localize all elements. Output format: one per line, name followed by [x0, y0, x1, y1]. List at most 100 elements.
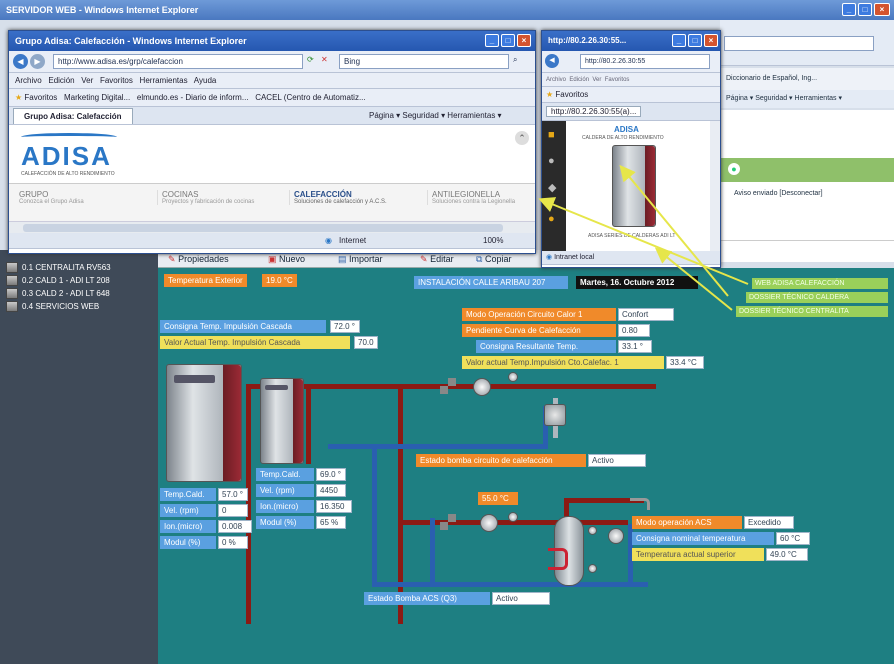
nav-calefaccion[interactable]: CALEFACCIÓN Soluciones de calefacción y … [289, 190, 419, 205]
heat-exchanger-icon [544, 404, 566, 426]
mini-menu-file[interactable]: Archivo [546, 77, 566, 83]
mini-vscroll[interactable] [710, 121, 720, 251]
hc-mode-value[interactable]: Confort [618, 308, 674, 321]
mini-tab[interactable]: http://80.2.26.30:55(a)... [546, 106, 642, 117]
menu-tools[interactable]: Herramientas [140, 76, 188, 85]
search-icon[interactable]: ⌕ [513, 55, 517, 65]
zoom-level[interactable]: 100% [483, 233, 503, 248]
outer-close-button[interactable]: × [874, 3, 890, 16]
nav-subtitle: Soluciones de calefacción y A.C.S. [294, 199, 387, 205]
hot-pipe [398, 384, 403, 624]
globe-icon: ◉ [325, 236, 332, 245]
menu-view[interactable]: Ver [81, 76, 93, 85]
command-bar[interactable]: Página ▾ Seguridad ▾ Herramientas ▾ [369, 107, 502, 124]
scroll-up-icon[interactable]: ⌃ [515, 131, 529, 145]
outer-maximize-button[interactable]: □ [858, 3, 872, 16]
menu-file[interactable]: Archivo [15, 76, 42, 85]
mini-close-button[interactable]: × [704, 34, 718, 47]
sidebar-item-cald1[interactable]: 0.2 CALD 1 - ADI LT 208 [22, 276, 110, 285]
properties-button[interactable]: ✎ Propiedades [168, 252, 229, 266]
copy-label: Copiar [484, 254, 512, 264]
copy-button[interactable]: ⧉ Copiar [476, 252, 511, 266]
dhw-pump-icon[interactable] [480, 514, 498, 532]
menu-edit[interactable]: Edición [48, 76, 74, 85]
horizontal-scrollbar[interactable] [9, 221, 535, 233]
new-button[interactable]: ▣ Nuevo [268, 252, 305, 266]
outdoor-temp-value: 19.0 °C [262, 274, 297, 287]
outer-minimize-button[interactable]: _ [842, 3, 856, 16]
favorites-star-icon: ★ [546, 90, 554, 99]
callout-dossier-caldera: DOSSIER TÉCNICO CALDERA [746, 292, 888, 303]
sensor-icon [508, 512, 518, 522]
mini-address-row: ◀ http://80.2.26.30:55 [542, 51, 720, 73]
tab-active[interactable]: Grupo Adisa: Calefacción [13, 108, 133, 124]
favorites-button[interactable]: Favoritos [24, 93, 57, 102]
mini-boiler-image [612, 145, 656, 227]
edit-button[interactable]: ✎ Editar [420, 252, 454, 266]
mini-minimize-button[interactable]: _ [672, 34, 686, 47]
outer-window-title: SERVIDOR WEB - Windows Internet Explorer [6, 5, 199, 15]
forward-button-icon[interactable]: ▶ [30, 54, 45, 69]
nav-antilegionella[interactable]: ANTILEGIONELLA Soluciones contra la Legi… [427, 190, 535, 205]
minimize-button[interactable]: _ [485, 34, 499, 47]
hc-mode-label: Modo Operación Circuito Calor 1 [462, 308, 616, 321]
stop-icon[interactable]: ✕ [321, 55, 328, 64]
mini-maximize-button[interactable]: □ [688, 34, 702, 47]
tool-icon[interactable]: ◆ [548, 181, 556, 194]
nav-grupo[interactable]: GRUPO Conozca el Grupo Adisa [19, 190, 139, 205]
search-input[interactable]: Bing [339, 54, 509, 69]
dhw-actual-label: Temperatura actual superior [632, 548, 764, 561]
hc-actual-label: Valor actual Temp.Impulsión Cto.Calefac.… [462, 356, 664, 369]
aviso-text[interactable]: Aviso enviado [Desconectar] [734, 190, 823, 197]
menu-favorites[interactable]: Favoritos [100, 76, 133, 85]
hc-slope-label: Pendiente Curva de Calefacción [462, 324, 616, 337]
sidebar-item-web-services[interactable]: 0.4 SERVICIOS WEB [22, 302, 99, 311]
maximize-button[interactable]: □ [501, 34, 515, 47]
favorite-link[interactable]: elmundo.es - Diario de inform... [137, 93, 249, 102]
mini-favorites-button[interactable]: Favoritos [555, 90, 588, 99]
dhw-valve-icon[interactable] [440, 514, 456, 530]
tool-icon[interactable]: ● [548, 213, 555, 225]
boiler2-rpm-label: Vel. (rpm) [256, 484, 314, 497]
outer-favorite-link[interactable]: Diccionario de Español, Ing... [726, 75, 817, 82]
mini-menu-view[interactable]: Ver [592, 77, 601, 83]
dhw-mode-value[interactable]: Excedido [744, 516, 794, 529]
front-browser-window: Grupo Adisa: Calefacción - Windows Inter… [8, 30, 536, 254]
installation-title: INSTALACIÓN CALLE ARIBAU 207 [414, 276, 568, 289]
back-button-icon[interactable]: ◀ [13, 54, 28, 69]
close-button[interactable]: × [517, 34, 531, 47]
address-field[interactable]: http://www.adisa.es/grp/calefaccion [53, 54, 303, 69]
tool-icon[interactable]: ● [548, 155, 555, 167]
nav-title: ANTILEGIONELLA [432, 190, 501, 199]
import-button[interactable]: ▤ Importar [338, 252, 383, 266]
favorite-link[interactable]: Marketing Digital... [64, 93, 130, 102]
mini-menu-favorites[interactable]: Favoritos [605, 77, 630, 83]
sidebar-item-cald2[interactable]: 0.3 CALD 2 - ADI LT 648 [22, 289, 110, 298]
hot-water-outlet [630, 498, 650, 510]
cascade-actual-label: Valor Actual Temp. Impulsión Cascada [160, 336, 350, 349]
mini-address-field[interactable]: http://80.2.26.30:55 [580, 54, 710, 69]
menu-help[interactable]: Ayuda [194, 76, 217, 85]
scrollbar-thumb[interactable] [23, 224, 503, 232]
plant-sidebar: 0.1 CENTRALITA RV563 0.2 CALD 1 - ADI LT… [0, 250, 158, 664]
mini-brand: ADISA [614, 125, 639, 134]
nav-cocinas[interactable]: COCINAS Proyectos y fabricación de cocin… [157, 190, 277, 205]
favorite-link[interactable]: CACEL (Centro de Automatiz... [255, 93, 365, 102]
mini-back-icon[interactable]: ◀ [545, 54, 559, 68]
adisa-logo[interactable]: ADISA [21, 141, 112, 172]
outer-address-field[interactable] [724, 36, 874, 51]
outdoor-temp-label: Temperatura Exterior [164, 274, 247, 287]
cascade-setpoint-value[interactable]: 72.0 ° [330, 320, 360, 333]
hc-slope-value[interactable]: 0.80 [618, 324, 650, 337]
refresh-icon[interactable]: ⟳ [307, 55, 314, 64]
mini-menu-edit[interactable]: Edición [569, 77, 589, 83]
heating-pump-icon[interactable] [473, 378, 491, 396]
outer-command-bar-label[interactable]: Página ▾ Seguridad ▾ Herramientas ▾ [726, 95, 842, 102]
sidebar-item-centralita[interactable]: 0.1 CENTRALITA RV563 [22, 263, 111, 272]
favorites-bar: ★ Favoritos Marketing Digital... elmundo… [9, 89, 535, 107]
mini-side-tools: ■ ● ◆ ● [542, 121, 566, 251]
boiler-door [644, 146, 655, 226]
dhw-setpoint-value[interactable]: 60 °C [776, 532, 810, 545]
date-display: Martes, 16. Octubre 2012 [576, 276, 698, 289]
mixing-valve-icon[interactable] [440, 378, 456, 394]
